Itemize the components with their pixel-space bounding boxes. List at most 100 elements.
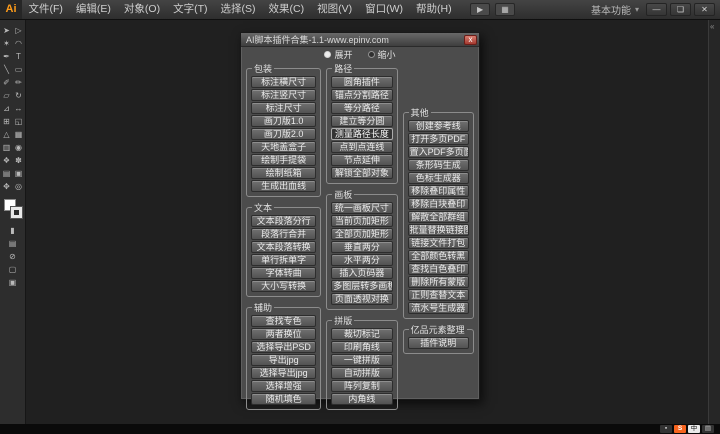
script-button-删除所有蒙版[interactable]: 删除所有蒙版: [408, 276, 469, 288]
script-button-标注尺寸[interactable]: 标注尺寸: [251, 102, 316, 114]
minimize-button[interactable]: —: [646, 3, 667, 16]
rotate-tool[interactable]: ↻: [13, 89, 25, 102]
eyedropper-tool[interactable]: ◉: [13, 141, 25, 154]
menu-item[interactable]: 视图(V): [311, 0, 359, 19]
magic-wand-tool[interactable]: ✶: [1, 37, 13, 50]
width-tool[interactable]: ↔: [13, 102, 25, 115]
script-button-色标生成器[interactable]: 色标生成器: [408, 172, 469, 184]
script-button-全部颜色转黑[interactable]: 全部颜色转黑: [408, 250, 469, 262]
script-button-插件说明[interactable]: 插件说明: [408, 337, 469, 349]
script-button-置入PDF多页面[interactable]: 置入PDF多页面: [408, 146, 469, 158]
script-button-内角线[interactable]: 内角线: [331, 393, 392, 405]
script-button-查找专色[interactable]: 查找专色: [251, 315, 316, 327]
script-button-文本段落转换[interactable]: 文本段落转换: [251, 241, 316, 253]
gradient-mode-icon[interactable]: ▤: [9, 237, 17, 250]
script-button-查找白色叠印[interactable]: 查找白色叠印: [408, 263, 469, 275]
mesh-tool[interactable]: ▦: [13, 128, 25, 141]
script-button-页面透视对换[interactable]: 页面透视对换: [331, 293, 392, 305]
script-button-标注竖尺寸[interactable]: 标注竖尺寸: [251, 89, 316, 101]
script-button-文本段落分行[interactable]: 文本段落分行: [251, 215, 316, 227]
menu-item[interactable]: 编辑(E): [69, 0, 117, 19]
type-tool[interactable]: T: [13, 50, 25, 63]
rectangle-tool[interactable]: ▭: [13, 63, 25, 76]
lasso-tool[interactable]: ◠: [13, 37, 25, 50]
screen-mode-icon[interactable]: ▣: [9, 276, 17, 289]
menu-item[interactable]: 帮助(H): [410, 0, 459, 19]
script-button-解锁全部对象[interactable]: 解锁全部对象: [331, 167, 392, 179]
script-button-选择导出jpg[interactable]: 选择导出jpg: [251, 367, 316, 379]
dialog-close-button[interactable]: x: [464, 35, 477, 45]
direct-selection-tool[interactable]: ▷: [13, 24, 25, 37]
script-button-字体转曲[interactable]: 字体转曲: [251, 267, 316, 279]
zoom-tool[interactable]: ◎: [13, 180, 25, 193]
script-button-点到点连线[interactable]: 点到点连线: [331, 141, 392, 153]
script-button-画刀版2.0[interactable]: 画刀版2.0: [251, 128, 316, 140]
ime-chinese-icon[interactable]: 中: [688, 425, 700, 433]
column-graph-tool[interactable]: ▤: [1, 167, 13, 180]
close-button[interactable]: ✕: [694, 3, 715, 16]
free-transform-tool[interactable]: ⊞: [1, 115, 13, 128]
script-button-解散全部群组[interactable]: 解散全部群组: [408, 211, 469, 223]
expand-panels-icon[interactable]: «: [710, 22, 714, 31]
symbol-sprayer-tool[interactable]: ✽: [13, 154, 25, 167]
script-button-天地盖盒子[interactable]: 天地盖盒子: [251, 141, 316, 153]
perspective-grid-tool[interactable]: △: [1, 128, 13, 141]
pen-tool[interactable]: ✒: [1, 50, 13, 63]
script-button-全部页加矩形[interactable]: 全部页加矩形: [331, 228, 392, 240]
script-button-生成出血线[interactable]: 生成出血线: [251, 180, 316, 192]
script-button-段落行合并[interactable]: 段落行合并: [251, 228, 316, 240]
script-button-画刀版1.0[interactable]: 画刀版1.0: [251, 115, 316, 127]
script-button-正则查替文本[interactable]: 正则查替文本: [408, 289, 469, 301]
artboard-tool[interactable]: ▣: [13, 167, 25, 180]
script-button-一键拼版[interactable]: 一键拼版: [331, 354, 392, 366]
paintbrush-tool[interactable]: ✐: [1, 76, 13, 89]
script-button-测量路径长度[interactable]: 测量路径长度: [331, 128, 392, 140]
menu-item[interactable]: 选择(S): [214, 0, 262, 19]
hand-tool[interactable]: ✥: [1, 180, 13, 193]
script-button-链接文件打包[interactable]: 链接文件打包: [408, 237, 469, 249]
view-mode-radio[interactable]: 缩小: [368, 48, 396, 61]
view-mode-radio[interactable]: 展开: [324, 48, 352, 61]
script-button-绘制手提袋[interactable]: 绘制手提袋: [251, 154, 316, 166]
selection-tool[interactable]: ➤: [1, 24, 13, 37]
menu-item[interactable]: 窗口(W): [359, 0, 410, 19]
dialog-title-bar[interactable]: AI脚本插件合集-1.1-www.epinv.com x: [241, 33, 479, 47]
line-segment-tool[interactable]: ╲: [1, 63, 13, 76]
eraser-tool[interactable]: ▱: [1, 89, 13, 102]
script-button-单行拆单字[interactable]: 单行拆单字: [251, 254, 316, 266]
script-button-大小写转换[interactable]: 大小写转换: [251, 280, 316, 292]
script-button-建立等分圆[interactable]: 建立等分圆: [331, 115, 392, 127]
script-button-圆角插件[interactable]: 圆角插件: [331, 76, 392, 88]
script-button-移除白块叠印[interactable]: 移除白块叠印: [408, 198, 469, 210]
menu-item[interactable]: 文件(F): [22, 0, 69, 19]
script-button-水平两分[interactable]: 水平两分: [331, 254, 392, 266]
script-button-打开多页PDF[interactable]: 打开多页PDF: [408, 133, 469, 145]
gradient-tool[interactable]: ▥: [1, 141, 13, 154]
pencil-tool[interactable]: ✏: [13, 76, 25, 89]
sogou-icon[interactable]: S: [674, 425, 686, 433]
blend-tool[interactable]: ❖: [1, 154, 13, 167]
script-button-绘制纸箱[interactable]: 绘制纸箱: [251, 167, 316, 179]
script-button-阵列复制[interactable]: 阵列复制: [331, 380, 392, 392]
ime-toolbar-icon[interactable]: ▤: [702, 425, 714, 433]
script-button-等分路径[interactable]: 等分路径: [331, 102, 392, 114]
script-button-印刷角线[interactable]: 印刷角线: [331, 341, 392, 353]
script-button-两者换位[interactable]: 两者换位: [251, 328, 316, 340]
arrange-documents-icon[interactable]: ▦: [495, 3, 515, 16]
none-mode-icon[interactable]: ⊘: [9, 250, 16, 263]
script-button-流水号生成器[interactable]: 流水号生成器: [408, 302, 469, 314]
script-button-导出jpg[interactable]: 导出jpg: [251, 354, 316, 366]
menu-item[interactable]: 文字(T): [167, 0, 214, 19]
script-button-统一画板尺寸[interactable]: 统一画板尺寸: [331, 202, 392, 214]
script-button-节点延伸[interactable]: 节点延伸: [331, 154, 392, 166]
script-button-移除叠印属性[interactable]: 移除叠印属性: [408, 185, 469, 197]
bridge-icon[interactable]: ▶: [470, 3, 490, 16]
workspace-switcher[interactable]: 基本功能: [591, 2, 631, 17]
script-button-锚点分割路径[interactable]: 锚点分割路径: [331, 89, 392, 101]
drawing-mode-icon[interactable]: ▢: [9, 263, 17, 276]
script-button-创建参考线[interactable]: 创建参考线: [408, 120, 469, 132]
restore-button[interactable]: ❏: [670, 3, 691, 16]
tray-icon[interactable]: ▪: [660, 425, 672, 433]
menu-item[interactable]: 效果(C): [262, 0, 311, 19]
script-button-选择导出PSD[interactable]: 选择导出PSD: [251, 341, 316, 353]
